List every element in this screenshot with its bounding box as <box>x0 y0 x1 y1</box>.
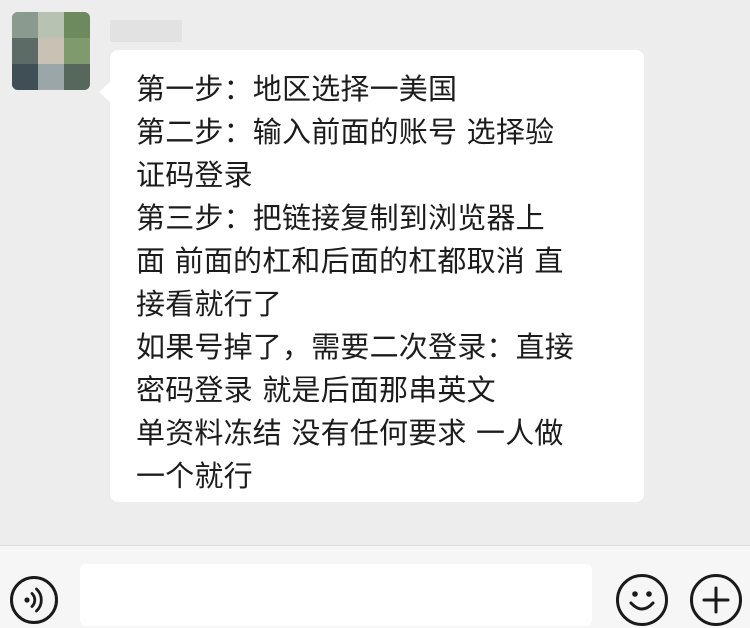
message-line: 密码登录 就是后面那串英文 <box>136 373 496 407</box>
message-line: 接看就行了 <box>136 287 283 321</box>
message-line: 面 前面的杠和后面的杠都取消 直 <box>136 244 564 278</box>
message-input[interactable] <box>80 564 592 626</box>
input-bar <box>0 545 750 628</box>
message-line: 第三步：把链接复制到浏览器上 <box>136 201 545 235</box>
emoji-icon <box>629 591 655 611</box>
sender-name-blurred <box>110 20 182 42</box>
message-line: 单资料冻结 没有任何要求 一人做 <box>136 416 564 450</box>
avatar[interactable] <box>12 12 90 90</box>
plus-icon <box>702 586 730 614</box>
voice-button[interactable] <box>10 576 58 624</box>
message-line: 证码登录 <box>136 158 253 192</box>
message-line: 如果号掉了，需要二次登录：直接 <box>136 330 575 364</box>
add-button[interactable] <box>690 574 742 626</box>
voice-icon <box>24 587 43 613</box>
message-line: 第二步：输入前面的账号 选择验 <box>136 115 555 149</box>
emoji-button[interactable] <box>616 574 668 626</box>
message-bubble[interactable]: 第一步：地区选择一美国 第二步：输入前面的账号 选择验 证码登录 第三步：把链接… <box>99 50 644 502</box>
message-line: 一个就行 <box>136 459 253 493</box>
message-line: 第一步：地区选择一美国 <box>136 72 458 106</box>
chat-area: 第一步：地区选择一美国 第二步：输入前面的账号 选择验 证码登录 第三步：把链接… <box>0 0 750 545</box>
